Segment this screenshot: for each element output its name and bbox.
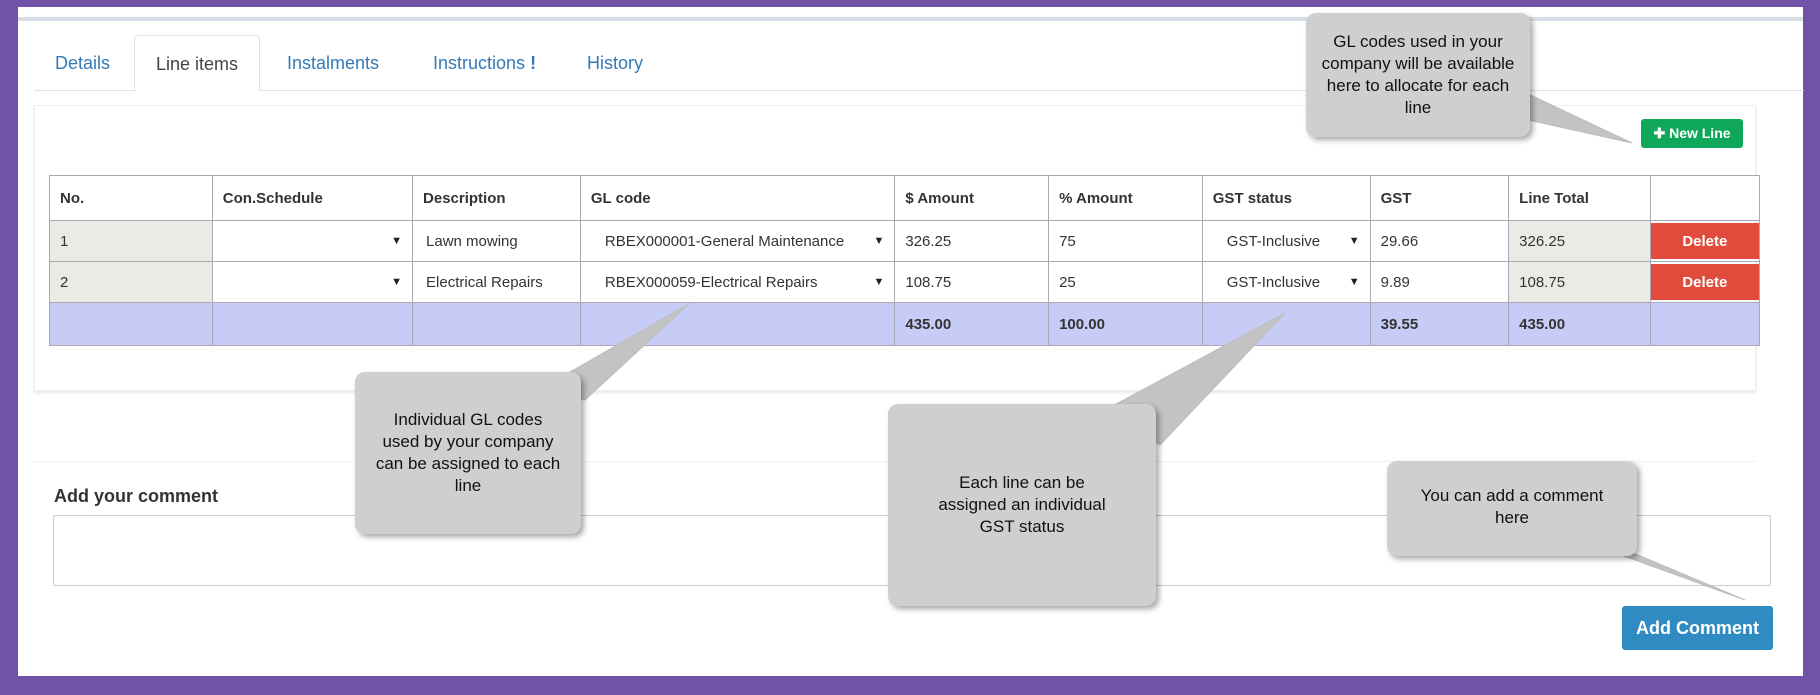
callout-gl-codes: GL codes used in your company will be av… — [1306, 13, 1530, 137]
callout-gst-status: Each line can be assigned an individual … — [888, 404, 1156, 606]
callout-comment: You can add a comment here — [1387, 461, 1637, 556]
callout-tail-gl — [1519, 89, 1633, 144]
callout-individual-gl: Individual GL codes used by your company… — [355, 372, 581, 534]
